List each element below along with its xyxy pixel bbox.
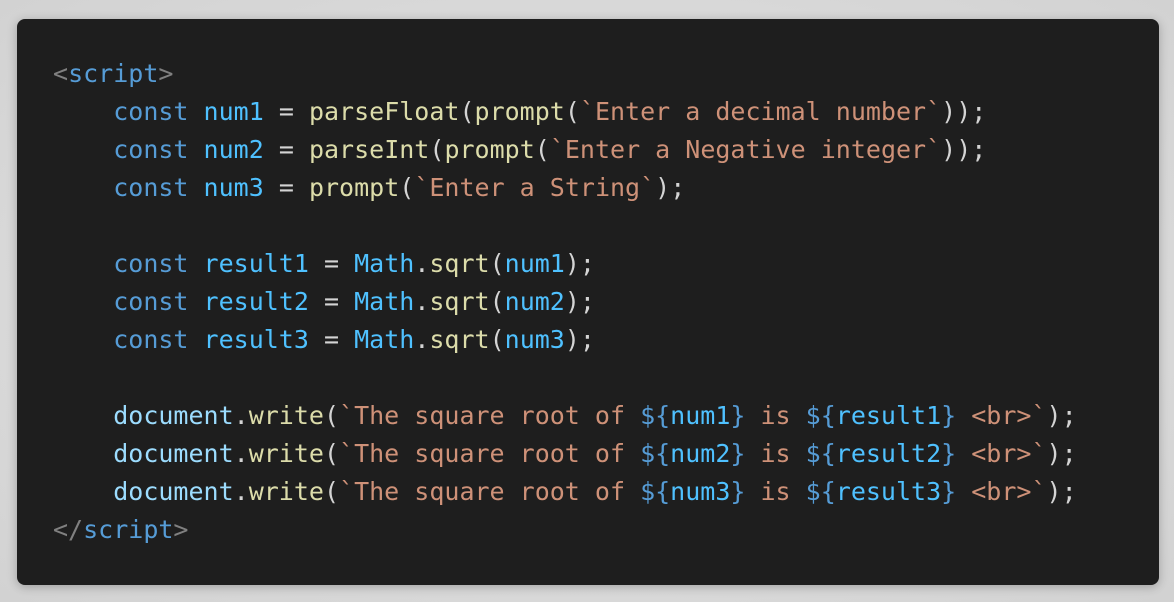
code-line-13: </script> xyxy=(53,511,1077,549)
variable: num3 xyxy=(203,173,264,202)
string: `The square root of xyxy=(339,401,641,430)
function: prompt xyxy=(308,173,400,202)
function: prompt xyxy=(474,97,565,126)
argument: num3 xyxy=(504,325,565,354)
keyword: const xyxy=(113,135,189,164)
method: write xyxy=(248,439,324,468)
variable: num2 xyxy=(203,135,264,164)
interpolated-var: num2 xyxy=(670,439,731,468)
argument: num1 xyxy=(504,249,565,278)
argument: num2 xyxy=(504,287,565,316)
keyword: const xyxy=(113,287,189,316)
variable: num1 xyxy=(203,97,264,126)
keyword: const xyxy=(113,325,189,354)
keyword: const xyxy=(113,97,189,126)
tag-name: script xyxy=(68,59,159,88)
string: `The square root of xyxy=(339,439,641,468)
object: document xyxy=(113,477,234,506)
tag-bracket: < xyxy=(53,59,69,88)
string: `Enter a decimal number` xyxy=(579,97,942,126)
string: `Enter a String` xyxy=(414,173,656,202)
function: parseFloat xyxy=(308,97,460,126)
string: <br>` xyxy=(956,477,1047,506)
interpolated-var: result2 xyxy=(835,439,942,468)
string: is xyxy=(745,439,806,468)
keyword: const xyxy=(113,173,189,202)
variable: result2 xyxy=(203,287,309,316)
object: Math xyxy=(354,287,415,316)
keyword: const xyxy=(113,249,189,278)
interpolated-var: result3 xyxy=(835,477,942,506)
method: write xyxy=(248,477,324,506)
code-line-8: const result3 = Math.sqrt(num3); xyxy=(113,325,595,354)
tag-bracket: > xyxy=(173,515,189,544)
object: document xyxy=(113,401,234,430)
string: is xyxy=(745,401,806,430)
variable: result3 xyxy=(203,325,309,354)
code-line-4: const num3 = prompt(`Enter a String`); xyxy=(113,173,686,202)
code-line-12: document.write(`The square root of ${num… xyxy=(113,477,1077,506)
object: Math xyxy=(354,325,415,354)
function: prompt xyxy=(444,135,535,164)
string: is xyxy=(745,477,806,506)
code-text: <script> const num1 = parseFloat(prompt(… xyxy=(53,55,1077,549)
string: <br>` xyxy=(956,439,1047,468)
code-line-3: const num2 = parseInt(prompt(`Enter a Ne… xyxy=(113,135,987,164)
method: sqrt xyxy=(429,249,490,278)
variable: result1 xyxy=(203,249,309,278)
code-block: <script> const num1 = parseFloat(prompt(… xyxy=(17,19,1159,585)
code-line-6: const result1 = Math.sqrt(num1); xyxy=(113,249,595,278)
code-line-10: document.write(`The square root of ${num… xyxy=(113,401,1077,430)
string: `Enter a Negative integer` xyxy=(549,135,942,164)
code-line-11: document.write(`The square root of ${num… xyxy=(113,439,1077,468)
object: Math xyxy=(354,249,415,278)
interpolated-var: num3 xyxy=(670,477,731,506)
code-line-2: const num1 = parseFloat(prompt(`Enter a … xyxy=(113,97,987,126)
function: parseInt xyxy=(308,135,430,164)
code-line-1: <script> xyxy=(53,55,1077,93)
object: document xyxy=(113,439,234,468)
interpolated-var: num1 xyxy=(670,401,731,430)
tag-bracket: > xyxy=(158,59,174,88)
method: sqrt xyxy=(429,287,490,316)
method: sqrt xyxy=(429,325,490,354)
string: <br>` xyxy=(956,401,1047,430)
interpolated-var: result1 xyxy=(835,401,942,430)
tag-bracket: </ xyxy=(53,515,84,544)
method: write xyxy=(248,401,324,430)
string: `The square root of xyxy=(339,477,641,506)
tag-name: script xyxy=(83,515,174,544)
code-line-7: const result2 = Math.sqrt(num2); xyxy=(113,287,595,316)
